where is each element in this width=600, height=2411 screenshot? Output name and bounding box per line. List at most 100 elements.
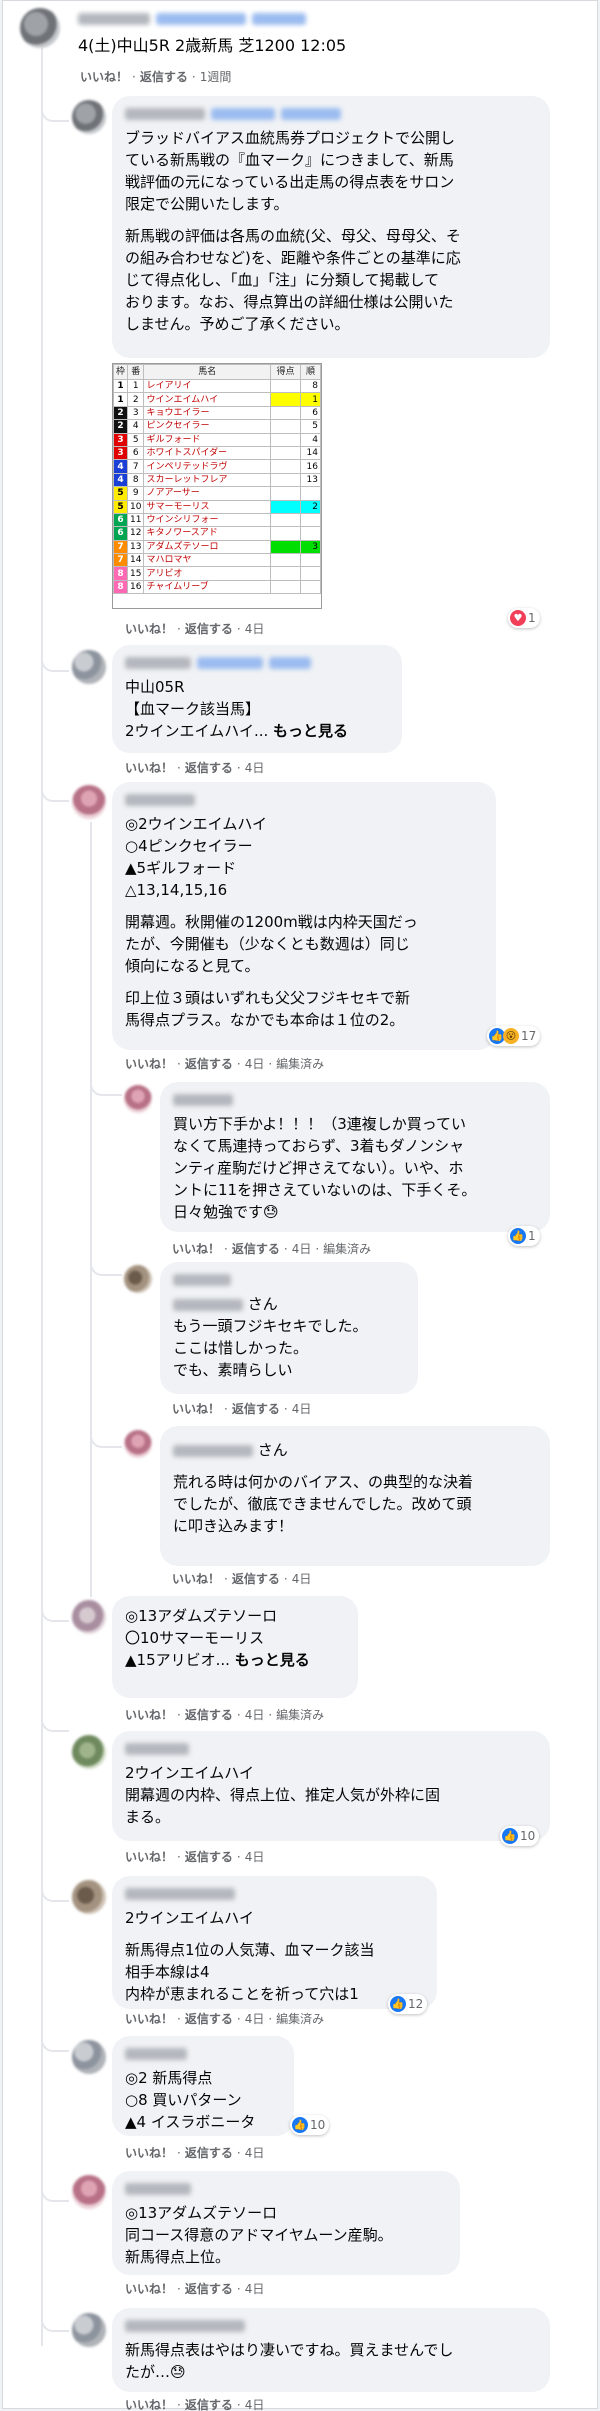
number-cell: 3 — [127, 405, 145, 421]
reply-button[interactable]: 返信する — [232, 1242, 280, 1256]
avatar[interactable] — [124, 1265, 152, 1293]
avatar[interactable] — [20, 8, 60, 48]
rank-cell: 5 — [300, 419, 321, 434]
score-cell — [270, 432, 301, 447]
like-button[interactable]: いいね！ — [125, 622, 173, 636]
timestamp[interactable]: 4日 — [245, 1850, 265, 1864]
see-more-link[interactable]: もっと見る — [273, 722, 348, 740]
timestamp[interactable]: 1週間 — [200, 70, 232, 84]
reaction-count[interactable]: 👍 10 — [290, 2115, 330, 2135]
table-row: 2 3 キョウエイラー 6 — [112, 405, 321, 421]
horse-name-cell: ウインエイムハイ — [143, 392, 271, 407]
comment-actions: いいね！ · 返信する · 4日 — [125, 761, 265, 775]
author-name[interactable] — [125, 1740, 537, 1758]
reply-button[interactable]: 返信する — [185, 2282, 233, 2296]
like-button[interactable]: いいね！ — [125, 2282, 173, 2296]
reply-button[interactable]: 返信する — [185, 622, 233, 636]
horse-name-cell: キョウエイラー — [143, 405, 271, 421]
reply-bubble: 買い方下手かよ！！！（3連複しか買ってい なくて馬連持っておらず、3着もダノンシ… — [160, 1082, 550, 1232]
reply-button[interactable]: 返信する — [185, 1708, 233, 1722]
name-suffix: さん — [257, 1441, 288, 1459]
avatar[interactable] — [72, 1735, 106, 1769]
avatar[interactable] — [72, 1600, 106, 1634]
reply-button[interactable]: 返信する — [185, 1850, 233, 1864]
like-button[interactable]: いいね！ — [80, 70, 128, 84]
timestamp[interactable]: 4日 — [245, 622, 265, 636]
love-icon: ♥ — [510, 610, 526, 626]
score-cell — [270, 539, 301, 555]
comment-text: ブラッドバイアス血統馬券プロジェクトで公開し ている新馬戦の『血マーク』につきまし… — [125, 129, 461, 333]
rank-cell — [300, 526, 321, 541]
score-cell — [270, 459, 301, 474]
reaction-count[interactable]: ♥ 1 — [508, 608, 540, 628]
reply-button[interactable]: 返信する — [185, 761, 233, 775]
avatar[interactable] — [72, 2313, 106, 2347]
timestamp[interactable]: 4日 — [245, 761, 265, 775]
reply-button[interactable]: 返信する — [232, 1402, 280, 1416]
avatar[interactable] — [72, 785, 106, 819]
score-cell — [270, 378, 301, 394]
reply-button[interactable]: 返信する — [232, 1572, 280, 1586]
timestamp[interactable]: 4日 — [245, 2012, 265, 2026]
reply-button[interactable]: 返信する — [185, 1057, 233, 1071]
author-name[interactable] — [125, 105, 537, 123]
like-button[interactable]: いいね！ — [172, 1242, 220, 1256]
reply-button[interactable]: 返信する — [140, 70, 188, 84]
edited-label: 編集済み — [276, 1708, 325, 1722]
reply-bubble: さん もう一頭フジキセキでした。 ここは惜しかった。 でも、素晴らしい — [160, 1262, 418, 1394]
table-row: 1 1 レイアリイ 8 — [112, 378, 321, 394]
reaction-count[interactable]: 👍 1 — [508, 1226, 540, 1246]
waku-cell: 1 — [112, 378, 129, 394]
like-button[interactable]: いいね！ — [125, 1057, 173, 1071]
author-name[interactable] — [125, 654, 389, 672]
avatar[interactable] — [72, 650, 106, 684]
reply-button[interactable]: 返信する — [185, 2146, 233, 2160]
author-name[interactable] — [125, 2317, 537, 2335]
like-button[interactable]: いいね！ — [125, 2012, 173, 2026]
avatar[interactable] — [72, 2175, 106, 2209]
timestamp[interactable]: 4日 — [245, 1057, 265, 1071]
author-name[interactable] — [125, 2045, 281, 2063]
author-name[interactable] — [125, 1885, 424, 1903]
like-icon: 👍 — [510, 1228, 526, 1244]
author-name[interactable] — [173, 1091, 537, 1109]
like-button[interactable]: いいね！ — [125, 761, 173, 775]
timestamp[interactable]: 4日 — [245, 2282, 265, 2296]
timestamp[interactable]: 4日 — [245, 2146, 265, 2160]
timestamp[interactable]: 4日 — [245, 1708, 265, 1722]
thread-elbow — [41, 640, 69, 672]
post-actions: いいね！ · 返信する · 1週間 — [80, 70, 232, 84]
avatar[interactable] — [72, 2040, 106, 2074]
reaction-count[interactable]: 👍 12 — [388, 1994, 428, 2014]
like-button[interactable]: いいね！ — [125, 1850, 173, 1864]
score-cell — [270, 419, 301, 434]
reply-button[interactable]: 返信する — [185, 2398, 233, 2411]
author-name[interactable] — [173, 1271, 405, 1289]
like-button[interactable]: いいね！ — [125, 1708, 173, 1722]
timestamp[interactable]: 4日 — [292, 1242, 312, 1256]
like-button[interactable]: いいね！ — [172, 1572, 220, 1586]
avatar[interactable] — [72, 1880, 106, 1914]
wow-icon: 😮 — [503, 1028, 519, 1044]
timestamp[interactable]: 4日 — [292, 1402, 312, 1416]
timestamp[interactable]: 4日 — [245, 2398, 265, 2411]
avatar[interactable] — [72, 100, 106, 134]
avatar[interactable] — [124, 1430, 152, 1458]
entry-table[interactable]: 枠 番 馬名 得点 順 1 1 レイアリイ 8 1 2 ウインエイムハイ 1 2 3 キョウエイラー… — [112, 363, 322, 609]
author-name[interactable] — [78, 10, 408, 28]
like-button[interactable]: いいね！ — [125, 2146, 173, 2160]
author-name[interactable] — [125, 2180, 447, 2198]
reaction-count[interactable]: 👍 😮 17 — [487, 1026, 541, 1046]
author-name[interactable] — [125, 791, 483, 809]
reply-button[interactable]: 返信する — [185, 2012, 233, 2026]
avatar[interactable] — [124, 1085, 152, 1113]
table-row: 7 14 マハロマヤ — [112, 553, 321, 568]
reaction-count[interactable]: 👍 10 — [500, 1826, 540, 1846]
number-cell: 1 — [127, 378, 145, 394]
rank-cell: 3 — [300, 539, 321, 555]
like-button[interactable]: いいね！ — [125, 2398, 173, 2411]
see-more-link[interactable]: もっと見る — [235, 1651, 310, 1669]
timestamp[interactable]: 4日 — [292, 1572, 312, 1586]
like-button[interactable]: いいね！ — [172, 1402, 220, 1416]
table-row: 5 9 ノアアーサー — [112, 486, 321, 501]
